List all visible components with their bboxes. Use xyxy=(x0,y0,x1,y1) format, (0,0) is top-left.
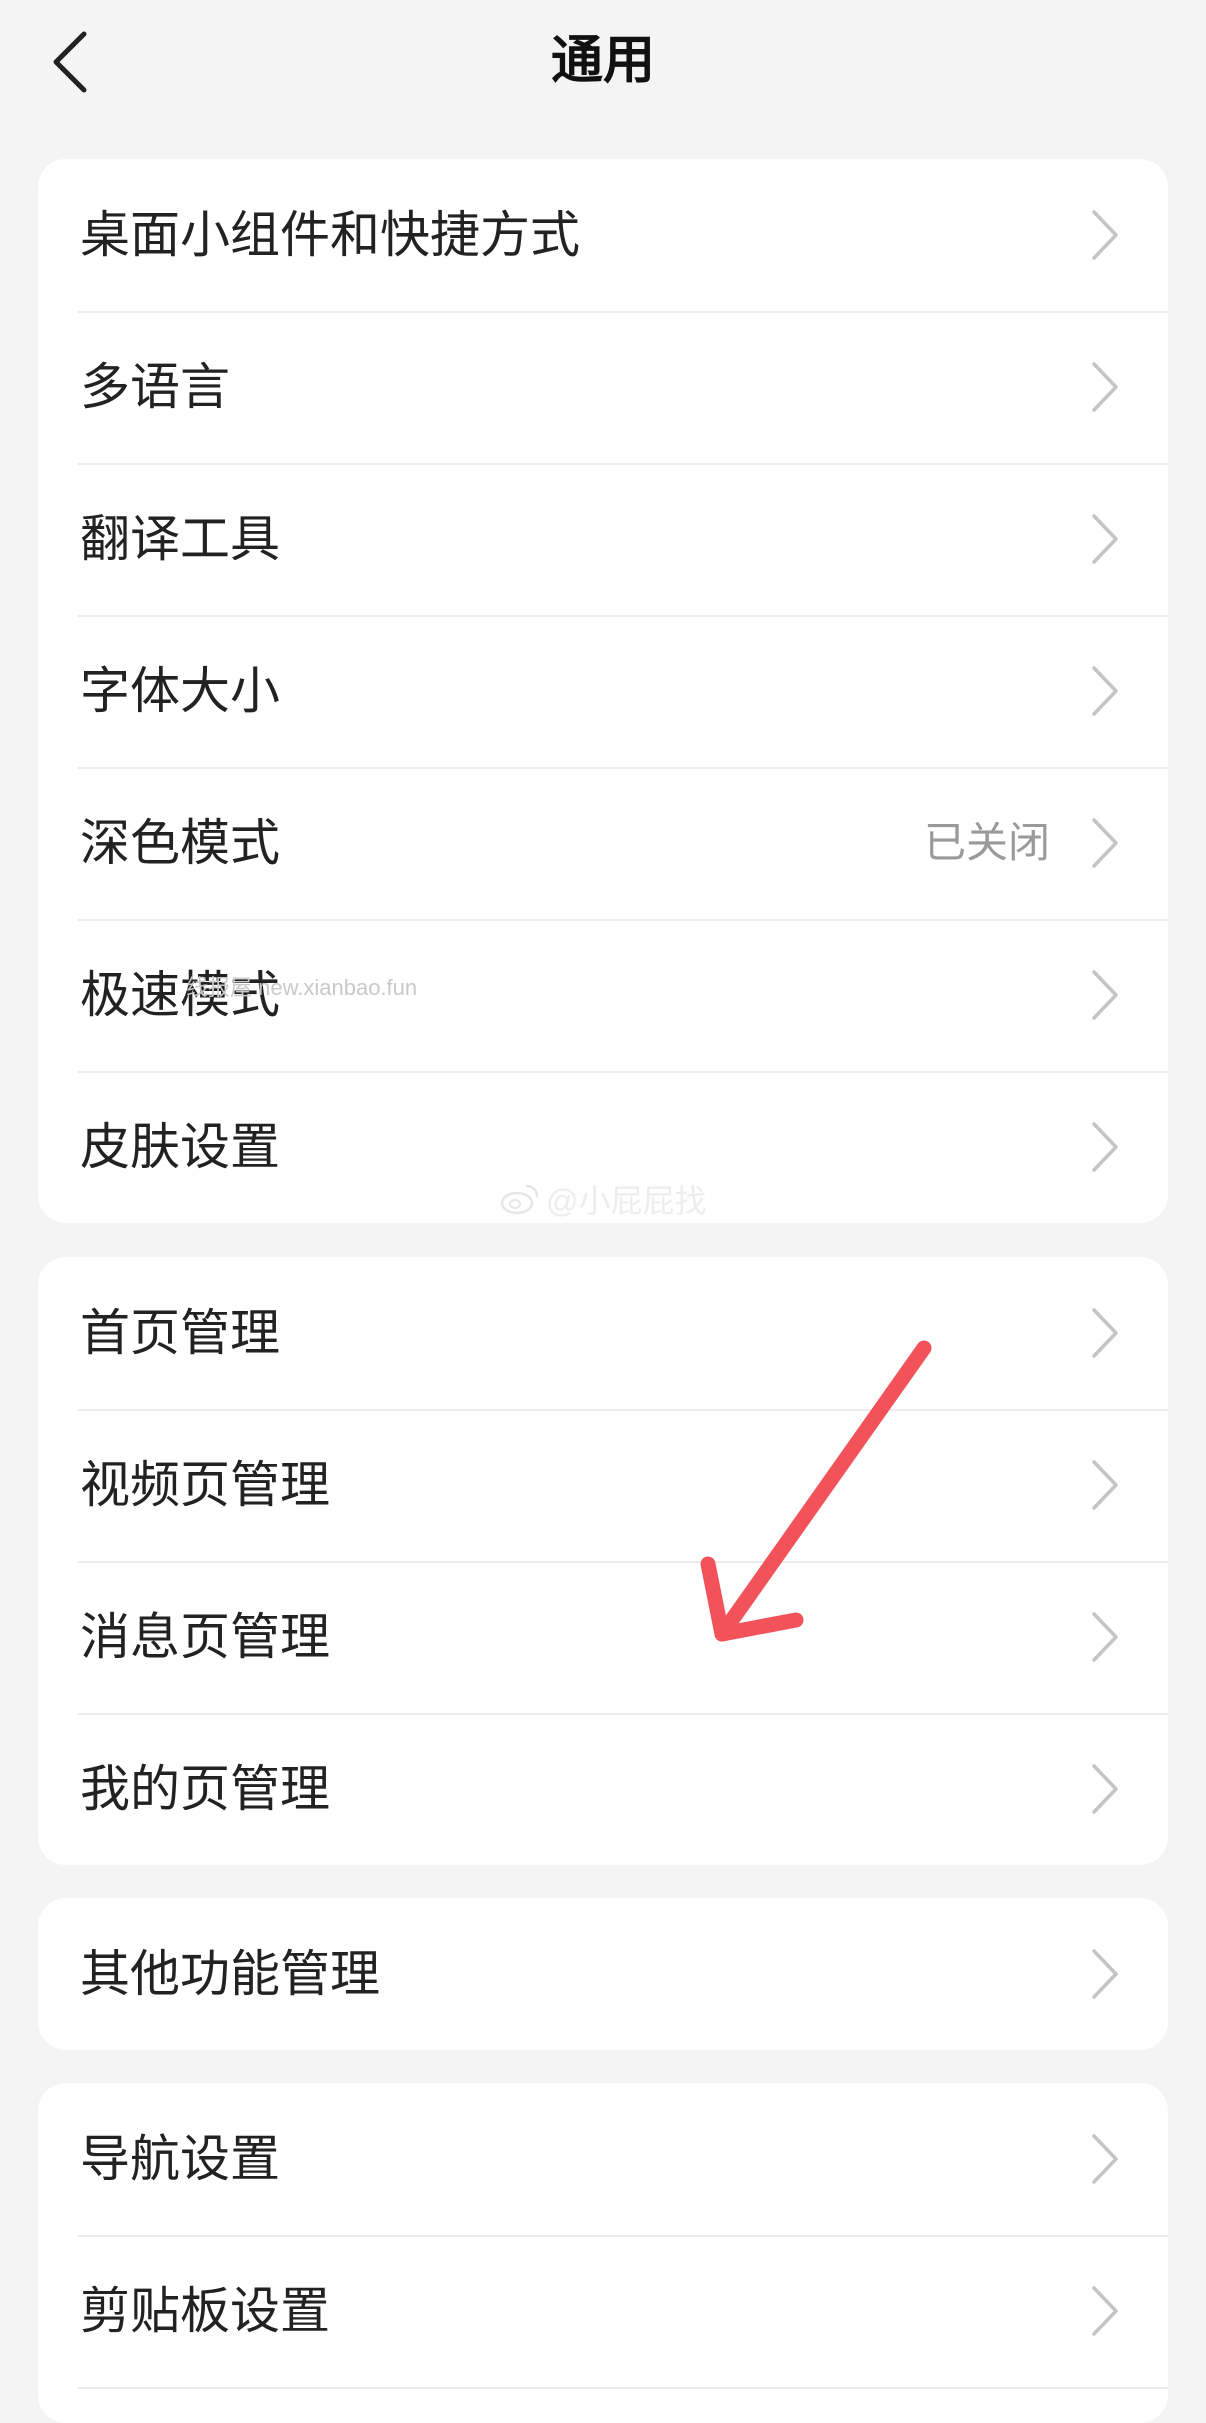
setting-row-navigation[interactable]: 导航设置 xyxy=(38,2083,1168,2235)
chevron-right-icon xyxy=(1092,970,1118,1020)
setting-row-font-size[interactable]: 字体大小 xyxy=(38,615,1168,767)
chevron-right-icon xyxy=(1092,514,1118,564)
setting-label: 桌面小组件和快捷方式 xyxy=(80,206,580,264)
chevron-right-icon xyxy=(1092,818,1118,868)
chevron-right-icon xyxy=(1092,1949,1118,1999)
setting-label: 字体大小 xyxy=(80,662,280,720)
chevron-right-icon xyxy=(1092,2134,1118,2184)
settings-group-display: 桌面小组件和快捷方式 多语言 翻译工具 字体大小 深色模式 已关闭 极速模式 皮… xyxy=(38,159,1168,1223)
setting-label: 皮肤设置 xyxy=(80,1118,280,1176)
setting-label: 剪贴板设置 xyxy=(80,2282,330,2340)
chevron-right-icon xyxy=(1092,2286,1118,2336)
setting-label: 导航设置 xyxy=(80,2130,280,2188)
setting-row-dark-mode[interactable]: 深色模式 已关闭 xyxy=(38,767,1168,919)
setting-row-translation-tool[interactable]: 翻译工具 xyxy=(38,463,1168,615)
chevron-right-icon xyxy=(1092,1764,1118,1814)
setting-row-home-page[interactable]: 首页管理 xyxy=(38,1257,1168,1409)
chevron-left-icon xyxy=(53,31,87,93)
settings-group-other: 其他功能管理 xyxy=(38,1898,1168,2050)
setting-row-language[interactable]: 多语言 xyxy=(38,311,1168,463)
dark-mode-status: 已关闭 xyxy=(923,818,1050,867)
setting-row-clipboard[interactable]: 剪贴板设置 xyxy=(38,2235,1168,2387)
setting-label: 深色模式 xyxy=(80,814,280,872)
setting-row-cutoff xyxy=(38,2387,1168,2423)
settings-group-navigation: 导航设置 剪贴板设置 xyxy=(38,2083,1168,2423)
chevron-right-icon xyxy=(1092,1612,1118,1662)
watermark-handle: @小屁屁找 xyxy=(500,1176,707,1222)
setting-label: 多语言 xyxy=(80,358,230,416)
chevron-right-icon xyxy=(1092,1460,1118,1510)
settings-group-page-management: 首页管理 视频页管理 消息页管理 我的页管理 xyxy=(38,1257,1168,1865)
weibo-icon xyxy=(500,1184,539,1215)
chevron-right-icon xyxy=(1092,210,1118,260)
setting-label: 其他功能管理 xyxy=(80,1945,380,2003)
setting-row-my-page[interactable]: 我的页管理 xyxy=(38,1713,1168,1865)
setting-row-message-page[interactable]: 消息页管理 xyxy=(38,1561,1168,1713)
setting-row-widgets-shortcuts[interactable]: 桌面小组件和快捷方式 xyxy=(38,159,1168,311)
watermark-url: 线报屋 new.xianbao.fun xyxy=(186,975,418,1000)
chevron-right-icon xyxy=(1092,1308,1118,1358)
setting-row-other-features[interactable]: 其他功能管理 xyxy=(38,1898,1168,2050)
setting-label: 视频页管理 xyxy=(80,1456,330,1514)
back-button[interactable] xyxy=(30,22,110,102)
chevron-right-icon xyxy=(1092,362,1118,412)
chevron-right-icon xyxy=(1092,666,1118,716)
page-title: 通用 xyxy=(550,31,655,91)
setting-label: 首页管理 xyxy=(80,1304,280,1362)
setting-label: 消息页管理 xyxy=(80,1608,330,1666)
setting-label: 翻译工具 xyxy=(80,510,280,568)
watermark-handle-text: @小屁屁找 xyxy=(546,1183,707,1219)
setting-label: 我的页管理 xyxy=(80,1760,330,1818)
navigation-bar: 通用 xyxy=(0,0,1206,122)
chevron-right-icon xyxy=(1092,1122,1118,1172)
setting-row-video-page[interactable]: 视频页管理 xyxy=(38,1409,1168,1561)
